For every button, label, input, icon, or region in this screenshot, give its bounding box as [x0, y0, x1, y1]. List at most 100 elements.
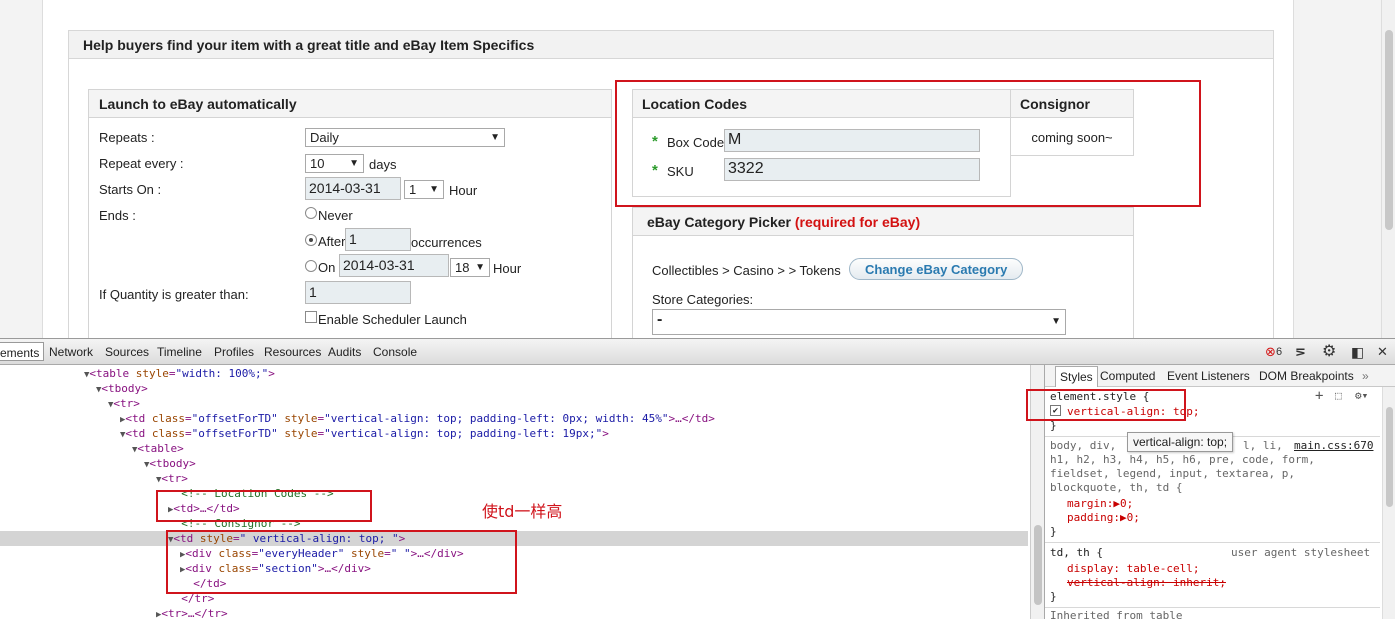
ends-after-radio[interactable]	[305, 234, 317, 246]
tab-styles[interactable]: Styles	[1055, 366, 1098, 387]
tab-dom-breakpoints[interactable]: DOM Breakpoints	[1259, 369, 1354, 383]
ends-on-radio[interactable]	[305, 260, 317, 272]
dom-node[interactable]: ▼<td class="offsetForTD" style="vertical…	[120, 426, 609, 441]
dom-node[interactable]: ▼<table style="width: 100%;">	[84, 366, 275, 381]
repeat-every-label: Repeat every :	[99, 156, 184, 171]
dock-icon[interactable]: ◧	[1351, 344, 1364, 361]
enable-scheduler-label: Enable Scheduler Launch	[318, 312, 467, 327]
dom-node[interactable]: ▶<td class="offsetForTD" style="vertical…	[120, 411, 715, 426]
expand-triangle-icon[interactable]: ▼	[108, 400, 113, 410]
category-path: Collectibles > Casino > > Tokens	[652, 263, 841, 278]
occurrences-label: occurrences	[411, 235, 482, 250]
tab-network[interactable]: Network	[49, 345, 93, 359]
element-style-close: }	[1050, 419, 1057, 432]
error-count[interactable]: 6	[1276, 346, 1282, 358]
tab-sources[interactable]: Sources	[105, 345, 149, 359]
error-icon[interactable]: ⊗	[1265, 344, 1276, 360]
starts-on-hour-value: 1	[409, 182, 417, 197]
dom-node[interactable]: ▼<tr>	[108, 396, 140, 411]
dropdown-arrow-icon: ▼	[475, 262, 485, 273]
highlight-box-location-td	[156, 490, 372, 522]
gear-icon[interactable]: ⚙▾	[1355, 389, 1368, 403]
highlight-box-element-style	[1026, 389, 1186, 421]
annotation-note: 使td一样高	[482, 502, 563, 521]
dom-node[interactable]: ▶<tr>…</tr>	[156, 606, 228, 619]
quantity-input[interactable]: 1	[305, 281, 411, 304]
dropdown-arrow-icon: ▼	[1051, 316, 1061, 327]
expand-triangle-icon[interactable]: ▼	[84, 370, 89, 380]
rule1-selector-e: blockquote, th, td {	[1050, 481, 1182, 495]
rule1-selector-d: fieldset, legend, input, textarea, p,	[1050, 467, 1296, 480]
dom-node[interactable]: ▼<tr>	[156, 471, 188, 486]
page-scrollbar[interactable]	[1381, 0, 1395, 338]
expand-triangle-icon[interactable]: ▼	[144, 460, 149, 470]
page-scrollbar-thumb[interactable]	[1385, 30, 1393, 230]
rule-separator	[1045, 542, 1380, 543]
rule1-close: }	[1050, 525, 1057, 538]
ends-on-hour-value: 18	[455, 260, 470, 275]
dom-node[interactable]: ▼<tbody>	[96, 381, 148, 396]
ends-on-hour-select[interactable]: 18 ▼	[450, 258, 490, 277]
rule1-margin[interactable]: margin:▶0;	[1067, 497, 1133, 511]
repeat-every-select[interactable]: 10 ▼	[305, 154, 364, 173]
rule1-padding[interactable]: padding:▶0;	[1067, 511, 1140, 525]
after-occurrences-input[interactable]: 1	[345, 228, 411, 251]
tab-elements[interactable]: ements	[0, 342, 45, 361]
rule1-selector-a: body, div,	[1050, 439, 1117, 452]
expand-triangle-icon[interactable]: ▼	[120, 430, 125, 440]
dom-scrollbar-thumb[interactable]	[1034, 525, 1042, 605]
tab-resources[interactable]: Resources	[264, 345, 321, 359]
expand-triangle-icon[interactable]: ▼	[132, 445, 137, 455]
starts-on-hour-select[interactable]: 1 ▼	[404, 180, 444, 199]
starts-on-date-input[interactable]: 2014-03-31	[305, 177, 401, 200]
expand-triangle-icon[interactable]: ▼	[96, 385, 101, 395]
console-drawer-icon[interactable]: ⋝	[1295, 344, 1306, 360]
store-categories-label: Store Categories:	[652, 292, 754, 307]
gear-icon[interactable]: ⚙	[1322, 341, 1336, 361]
tab-audits[interactable]: Audits	[328, 345, 361, 359]
toggle-state-icon[interactable]: ⬚	[1335, 389, 1342, 403]
inherited-from-label: Inherited from table	[1050, 609, 1183, 619]
tab-timeline[interactable]: Timeline	[157, 345, 202, 359]
highlight-box-location	[615, 80, 1201, 207]
tab-event-listeners[interactable]: Event Listeners	[1167, 369, 1250, 383]
property-tooltip: vertical-align: top;	[1127, 432, 1234, 452]
rule2-display: display: table-cell;	[1067, 562, 1200, 575]
dom-node[interactable]: ▼<tbody>	[144, 456, 196, 471]
styles-scrollbar[interactable]	[1382, 387, 1395, 619]
styles-tab-bar: Styles Computed Event Listeners DOM Brea…	[1045, 365, 1395, 387]
ends-label: Ends :	[99, 208, 136, 223]
store-categories-select[interactable]: - ▼	[652, 309, 1066, 335]
expand-triangle-icon[interactable]: ▶	[120, 415, 125, 425]
rule-separator	[1045, 607, 1380, 608]
web-page: Help buyers find your item with a great …	[0, 0, 1395, 338]
tab-profiles[interactable]: Profiles	[214, 345, 254, 359]
expand-triangle-icon[interactable]: ▶	[156, 610, 161, 619]
close-icon[interactable]: ✕	[1377, 344, 1388, 360]
styles-scrollbar-thumb[interactable]	[1386, 407, 1393, 507]
ends-on-date-input[interactable]: 2014-03-31	[339, 254, 449, 277]
add-rule-icon[interactable]: +	[1315, 389, 1323, 403]
repeats-value: Daily	[310, 130, 339, 145]
rule2-close: }	[1050, 590, 1057, 603]
highlight-box-consignor-td	[166, 530, 517, 594]
quantity-label: If Quantity is greater than:	[99, 287, 249, 302]
change-category-button[interactable]: Change eBay Category	[849, 258, 1024, 280]
ends-on-hour-label: Hour	[493, 261, 522, 276]
ends-never-radio[interactable]	[305, 207, 317, 219]
tab-console[interactable]: Console	[373, 345, 417, 359]
dom-node[interactable]: ▼<table>	[132, 441, 184, 456]
repeats-select[interactable]: Daily ▼	[305, 128, 505, 147]
expand-triangle-icon[interactable]: ▼	[156, 475, 161, 485]
dropdown-arrow-icon: ▼	[349, 158, 359, 169]
tab-computed[interactable]: Computed	[1100, 369, 1155, 383]
rule1-source-link[interactable]: main.css:670	[1294, 439, 1373, 453]
store-categories-value: -	[657, 311, 663, 328]
enable-scheduler-checkbox[interactable]	[305, 311, 317, 323]
ends-after-label: After	[318, 234, 346, 249]
ends-never-label: Never	[318, 208, 353, 223]
more-tabs-icon[interactable]: »	[1362, 369, 1369, 383]
required-note: (required for eBay)	[794, 214, 921, 230]
ends-on-label: On	[318, 260, 336, 275]
rule2-vertical-align: vertical-align: inherit;	[1067, 576, 1226, 589]
